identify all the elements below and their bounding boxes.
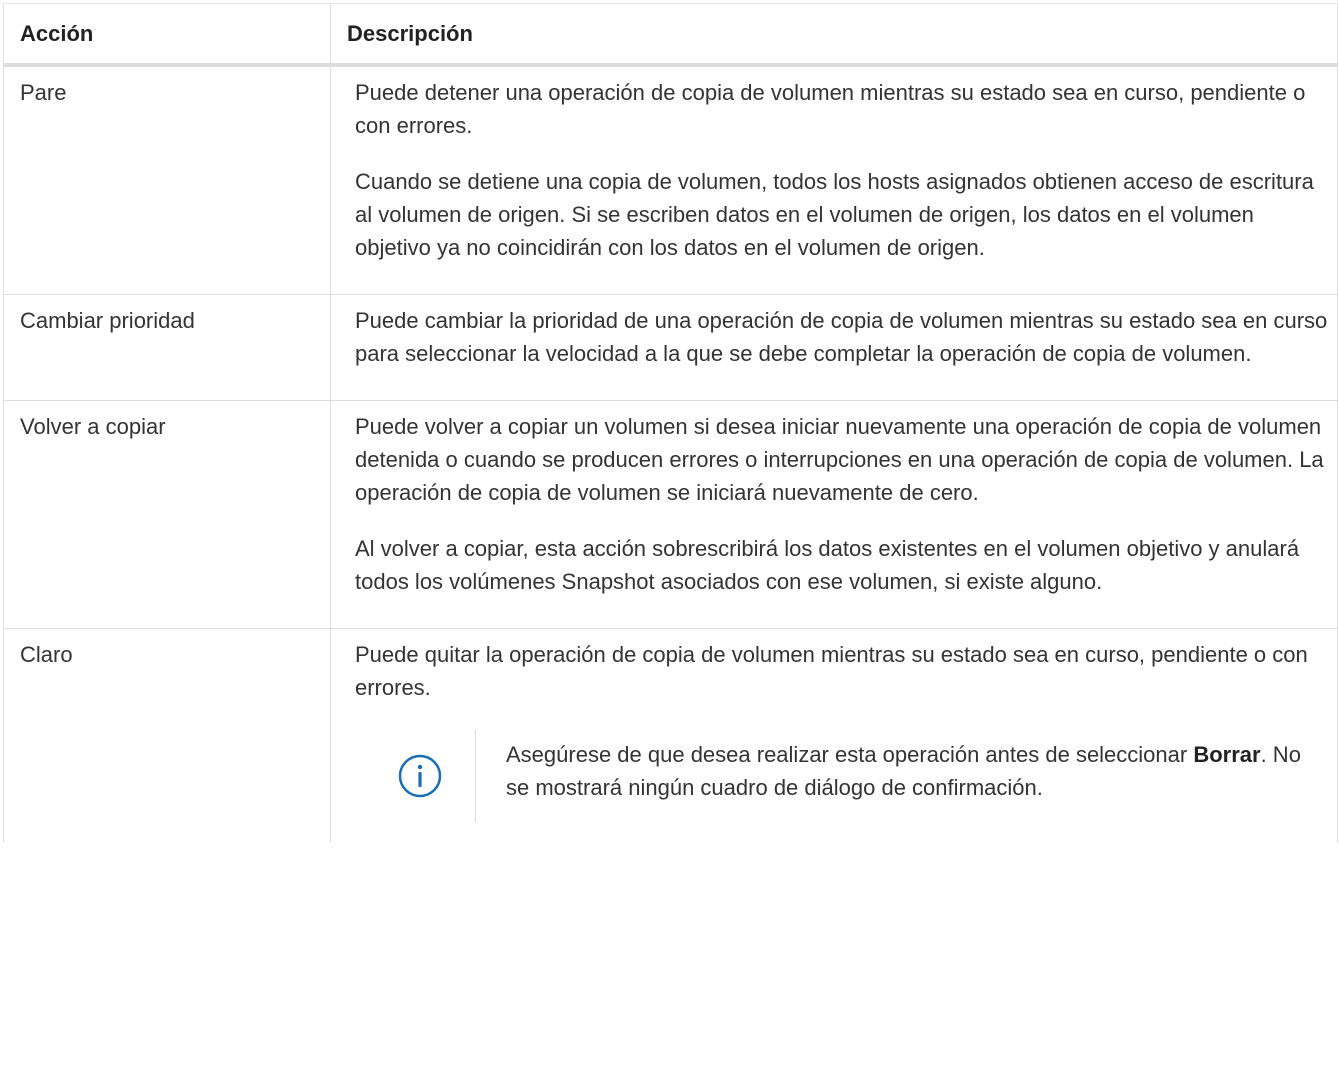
info-icon xyxy=(398,754,442,798)
admonition-note: Asegúrese de que desea realizar esta ope… xyxy=(365,730,1329,822)
description-paragraph: Puede detener una operación de copia de … xyxy=(355,80,1306,138)
description-paragraph: Puede volver a copiar un volumen si dese… xyxy=(355,414,1324,505)
header-description: Descripción xyxy=(330,3,1338,67)
action-cell: Claro xyxy=(3,628,331,842)
description-cell: Puede volver a copiar un volumen si dese… xyxy=(330,400,1338,629)
header-action: Acción xyxy=(3,3,331,67)
action-cell: Volver a copiar xyxy=(3,400,331,629)
table-row: Cambiar prioridad Puede cambiar la prior… xyxy=(3,294,1338,401)
table-row: Claro Puede quitar la operación de copia… xyxy=(3,628,1338,842)
action-description-table: Acción Descripción Pare Puede detener un… xyxy=(3,3,1338,842)
description-paragraph: Al volver a copiar, esta acción sobrescr… xyxy=(355,536,1300,594)
description-cell: Puede quitar la operación de copia de vo… xyxy=(330,628,1338,842)
description-cell: Puede detener una operación de copia de … xyxy=(330,65,1338,295)
description-paragraph: Puede quitar la operación de copia de vo… xyxy=(355,642,1308,700)
description-cell: Puede cambiar la prioridad de una operac… xyxy=(330,294,1338,401)
note-bold-term: Borrar xyxy=(1193,742,1261,767)
note-icon-column xyxy=(365,730,476,822)
action-cell: Cambiar prioridad xyxy=(3,294,331,401)
note-text: Asegúrese de que desea realizar esta ope… xyxy=(476,730,1329,822)
note-text-before: Asegúrese de que desea realizar esta ope… xyxy=(506,742,1194,767)
table-header-row: Acción Descripción xyxy=(3,3,1338,67)
action-cell: Pare xyxy=(3,65,331,295)
description-paragraph: Cuando se detiene una copia de volumen, … xyxy=(355,169,1314,260)
description-paragraph: Puede cambiar la prioridad de una operac… xyxy=(355,308,1328,366)
table-row: Pare Puede detener una operación de copi… xyxy=(3,65,1338,295)
table-row: Volver a copiar Puede volver a copiar un… xyxy=(3,400,1338,629)
